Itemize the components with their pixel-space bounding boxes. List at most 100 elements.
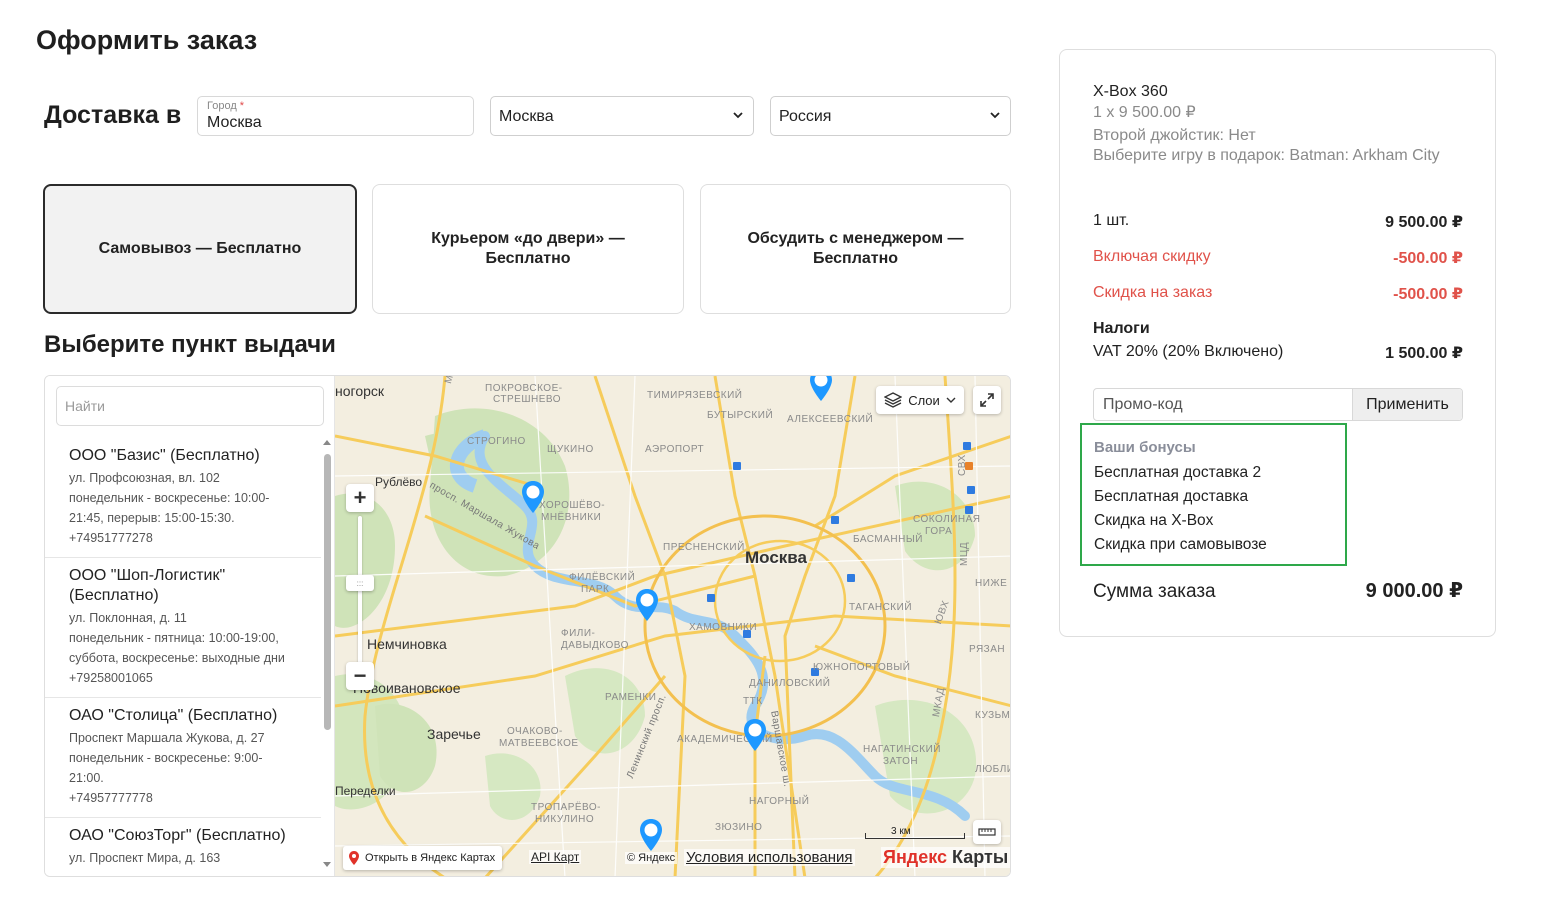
scroll-up-arrow-icon[interactable] xyxy=(323,440,331,445)
map-pin-icon[interactable] xyxy=(639,818,663,852)
delivery-option-label: Самовывоз — Бесплатно xyxy=(98,240,302,257)
map-label: ХАМОВНИКИ xyxy=(689,622,758,633)
pickup-search-input[interactable]: Найти xyxy=(56,386,324,426)
product-option: Второй джойстик: Нет xyxy=(1093,127,1256,144)
pickup-points-list: ООО "Базис" (Бесплатно) ул. Профсоюзная,… xyxy=(45,438,321,876)
map-label: ПОКРОВСКОЕ- xyxy=(485,383,563,394)
delivery-option-pickup[interactable]: Самовывоз — Бесплатно xyxy=(43,184,357,314)
pickup-list-scrollbar[interactable] xyxy=(323,438,331,868)
map-label: ЗАТОН xyxy=(883,756,919,767)
map-scale-label: 3 км xyxy=(891,826,911,837)
zoom-out-button[interactable]: − xyxy=(346,662,374,690)
bonus-item: Бесплатная доставка 2 xyxy=(1094,464,1262,481)
pickup-point[interactable]: ООО "Базис" (Бесплатно) ул. Профсоюзная,… xyxy=(45,438,321,558)
vat-value: 1 500.00 ₽ xyxy=(1385,345,1463,362)
map-label: ФИЛИ- xyxy=(561,628,596,639)
map-label: ГОРА xyxy=(925,526,953,537)
map-copyright: © Яндекс xyxy=(625,852,678,864)
delivery-option-courier[interactable]: Курьером «до двери» — Бесплатно xyxy=(372,184,684,314)
page-title: Оформить заказ xyxy=(36,25,258,55)
map-label: АЭРОПОРТ xyxy=(645,444,705,455)
map-label: МАТВЕЕВСКОЕ xyxy=(499,738,579,749)
pickup-map-widget: Найти ООО "Базис" (Бесплатно) ул. Профсо… xyxy=(44,375,1011,877)
order-total-label: Сумма заказа xyxy=(1093,581,1216,602)
map-label: СТРОГИНО xyxy=(467,436,526,447)
quantity-value: 9 500.00 ₽ xyxy=(1385,214,1463,231)
scroll-down-arrow-icon[interactable] xyxy=(323,862,331,867)
terms-of-use-link[interactable]: Условия использования xyxy=(684,849,855,866)
pickup-point-address: ул. Профсоюзная, вл. 102 xyxy=(69,471,220,485)
map-label: КУЗЬМ xyxy=(975,710,1011,721)
map-label: НАГАТИНСКИЙ xyxy=(863,744,941,755)
map-label: НАГОРНЫЙ xyxy=(749,796,810,807)
map-label: ДАВЫДКОВО xyxy=(561,640,629,651)
fullscreen-button[interactable] xyxy=(973,386,1001,414)
delivery-option-manager[interactable]: Обсудить с менеджером — Бесплатно xyxy=(700,184,1011,314)
map-label: Немчиновка xyxy=(367,636,447,652)
map-label: ТТК xyxy=(743,696,763,707)
map-pin-icon[interactable] xyxy=(743,718,767,752)
map-label: Переделки xyxy=(335,784,396,798)
pickup-point-hours: суббота, воскресенье: выходные дни xyxy=(69,651,285,665)
map-pin-icon[interactable] xyxy=(635,588,659,622)
promo-code-group: Промо-код Применить xyxy=(1093,388,1463,421)
open-in-yandex-maps-link[interactable]: Открыть в Яндекс Картах xyxy=(343,846,503,870)
bonuses-title: Ваши бонусы xyxy=(1094,439,1196,456)
map-label: ЮЖНОПОРТОВЫЙ xyxy=(813,662,911,673)
map-label: РАМЕНКИ xyxy=(605,692,657,703)
discount-value: -500.00 ₽ xyxy=(1393,250,1463,267)
pickup-point-phone: +74957777778 xyxy=(69,791,153,805)
quantity-label: 1 шт. xyxy=(1093,212,1130,229)
zoom-in-button[interactable]: + xyxy=(346,484,374,512)
scrollbar-thumb[interactable] xyxy=(324,454,331,730)
pickup-point-name: ОАО "Столица" (Бесплатно) xyxy=(69,707,278,724)
map-label: Рублёво xyxy=(375,475,423,489)
map-pin-icon[interactable] xyxy=(521,480,545,514)
pickup-point-hours: понедельник - воскресенье: 10:00- xyxy=(69,491,270,505)
map-label: АЛЕКСЕЕВСКИЙ xyxy=(787,414,874,425)
pickup-point-address: ул. Поклонная, д. 11 xyxy=(69,611,187,625)
ruler-icon xyxy=(978,828,996,836)
map-label: РЯЗАН xyxy=(969,644,1006,655)
chevron-down-icon xyxy=(946,397,956,403)
layers-button[interactable]: Слои xyxy=(876,386,964,414)
city-field[interactable]: Город * Москва xyxy=(197,96,474,136)
pickup-point-name: ООО "Базис" (Бесплатно) xyxy=(69,447,260,464)
pickup-point[interactable]: ОАО "Столица" (Бесплатно) Проспект Марша… xyxy=(45,698,321,818)
map-label: НИЖЕ xyxy=(975,578,1008,589)
map-label: Заречье xyxy=(427,726,481,742)
discount-row: Включая скидку -500.00 ₽ xyxy=(1093,248,1463,268)
map-label: БАСМАННЫЙ xyxy=(853,534,923,545)
pickup-point[interactable]: ОАО "СоюзТорг" (Бесплатно) ул. Проспект … xyxy=(45,818,321,876)
region-select[interactable]: Москва xyxy=(490,96,754,136)
pickup-point[interactable]: ООО "Шоп-Логистик" (Бесплатно) ул. Покло… xyxy=(45,558,321,698)
map-label: ФИЛЁВСКИЙ xyxy=(569,572,636,583)
map-label: ЩУКИНО xyxy=(547,444,594,455)
delivery-option-label: Курьером «до двери» — Бесплатно xyxy=(431,230,625,267)
delivery-option-label: Обсудить с менеджером — Бесплатно xyxy=(747,230,964,267)
vat-row: VAT 20% (20% Включено) 1 500.00 ₽ xyxy=(1093,343,1463,363)
map-pin-icon[interactable] xyxy=(809,376,833,402)
country-select[interactable]: Россия xyxy=(770,96,1011,136)
pickup-point-hours: 21:45, перерыв: 15:00-15:30. xyxy=(69,511,235,525)
zoom-slider-handle[interactable]: ::: xyxy=(346,575,374,591)
location-pin-icon xyxy=(349,851,359,865)
map-label-city: Москва xyxy=(745,548,807,567)
chevron-down-icon xyxy=(733,112,743,119)
promo-code-input[interactable]: Промо-код xyxy=(1103,396,1183,414)
chevron-down-icon xyxy=(990,112,1000,119)
bonuses-box: Ваши бонусы Бесплатная доставка 2 Беспла… xyxy=(1080,423,1347,566)
api-maps-link[interactable]: API Карт xyxy=(529,850,582,864)
map-canvas[interactable]: ногорск МКАД ПОКРОВСКОЕ- СТРЕШНЕВО ТИМИР… xyxy=(335,376,1011,876)
map-label: ПРЕСНЕНСКИЙ xyxy=(663,542,745,553)
map-label: СТРЕШНЕВО xyxy=(493,394,562,405)
apply-promo-button[interactable]: Применить xyxy=(1352,389,1462,420)
map-label: ДАНИЛОВСКИЙ xyxy=(749,678,831,689)
yandex-maps-logo[interactable]: Яндекс Карты xyxy=(881,847,1010,868)
ruler-button[interactable] xyxy=(973,820,1001,844)
zoom-slider-track[interactable] xyxy=(358,516,362,666)
product-price-line: 1 x 9 500.00 ₽ xyxy=(1093,104,1196,121)
pickup-point-name: ООО "Шоп-Логистик" (Бесплатно) xyxy=(69,567,226,604)
order-summary: X-Box 360 1 x 9 500.00 ₽ Второй джойстик… xyxy=(1059,49,1496,637)
map-label: НИКУЛИНО xyxy=(535,814,595,825)
